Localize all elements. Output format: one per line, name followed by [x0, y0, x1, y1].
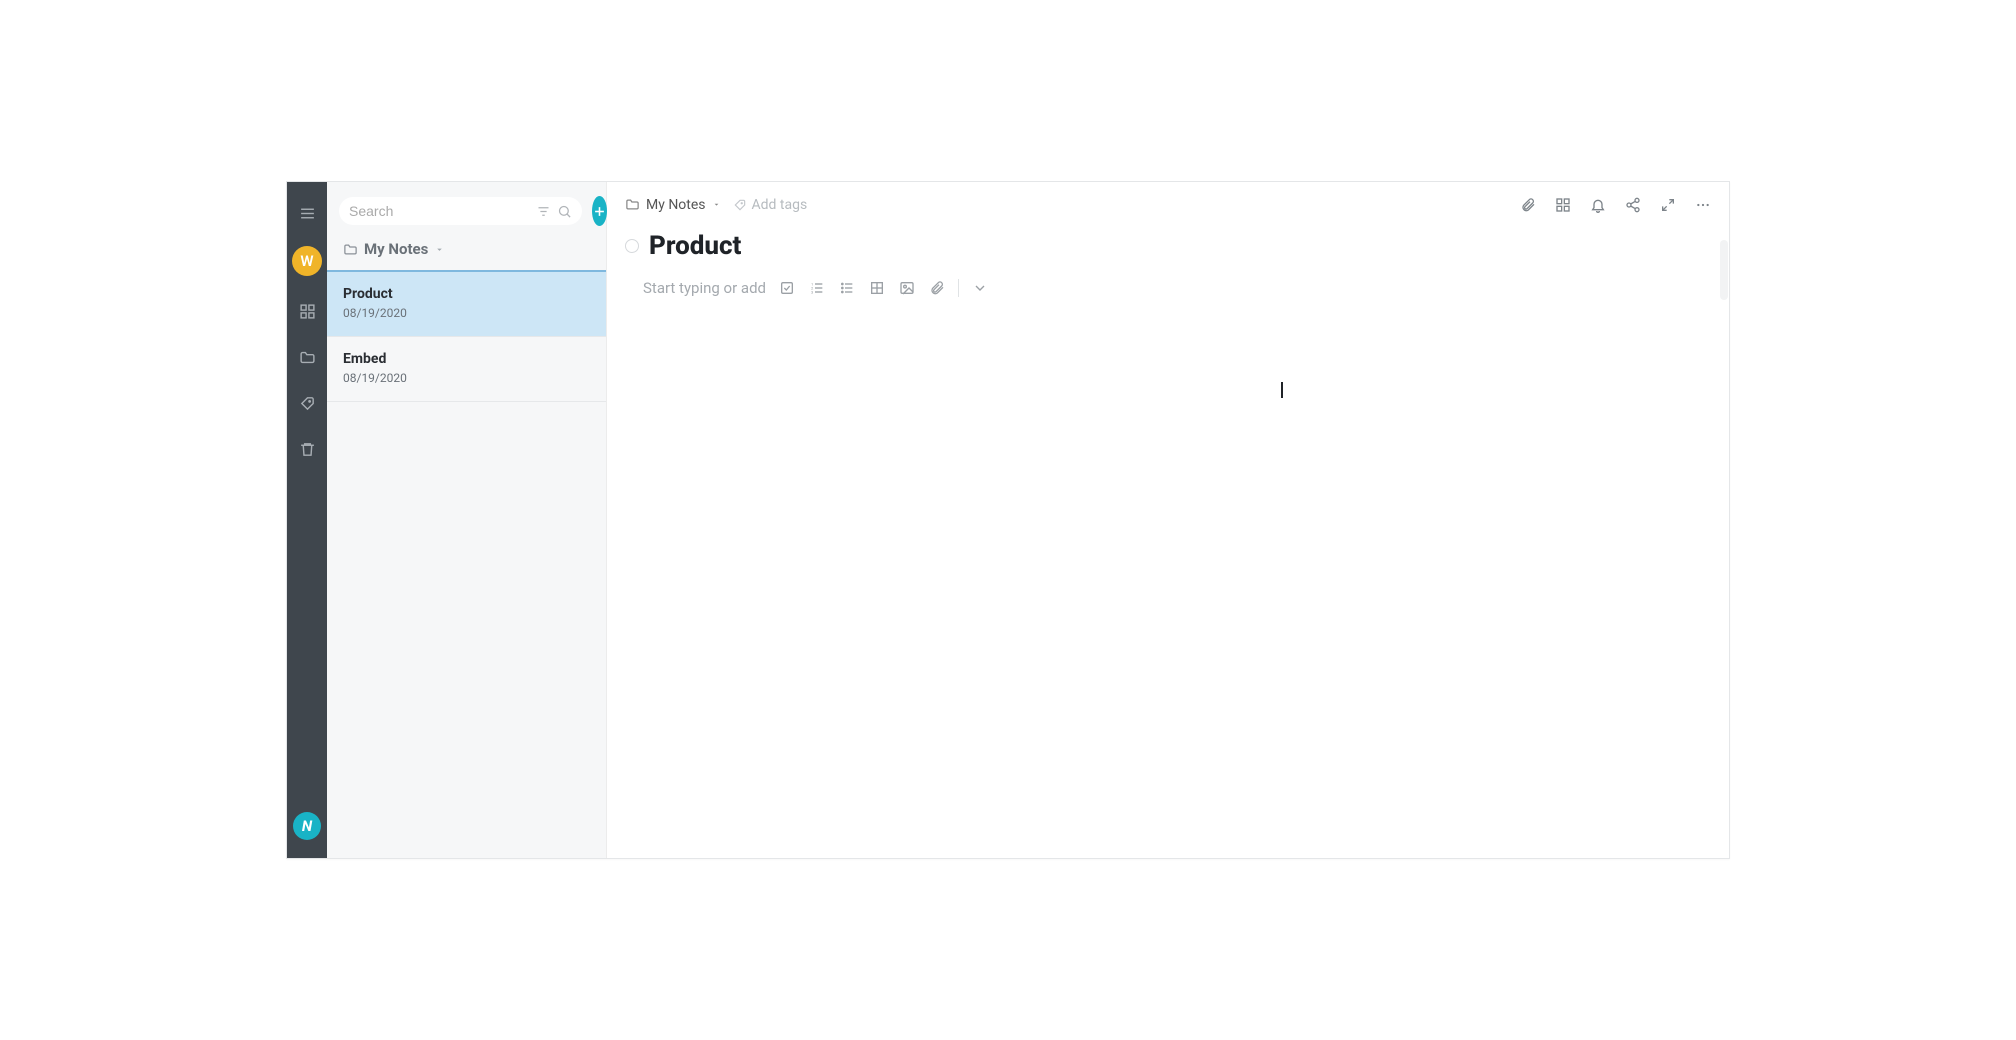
separator: [958, 279, 959, 297]
expand-icon: [1660, 197, 1676, 213]
chevron-down-icon: [434, 244, 445, 255]
insert-image-button[interactable]: [898, 279, 916, 297]
editor-toolbar: My Notes Add tags: [607, 182, 1729, 221]
insert-attachment-button[interactable]: [928, 279, 946, 297]
plus-icon: [592, 204, 607, 219]
list-item-date: 08/19/2020: [343, 306, 590, 320]
dots-icon: [1695, 197, 1711, 213]
insert-bullet-list-button[interactable]: [838, 279, 856, 297]
note-list-panel: My Notes Product 08/19/2020 Embed 08/19/…: [327, 182, 607, 858]
insert-table-button[interactable]: [868, 279, 886, 297]
logo-icon: N: [302, 817, 312, 835]
editor-placeholder-row: Start typing or add 123: [607, 271, 1729, 305]
paperclip-icon: [929, 280, 945, 296]
avatar-button[interactable]: W: [292, 246, 322, 276]
trash-icon: [299, 441, 316, 458]
app-logo-button[interactable]: N: [293, 812, 321, 840]
list-item-date: 08/19/2020: [343, 371, 590, 385]
search-input[interactable]: [349, 203, 530, 219]
filter-button[interactable]: [536, 204, 551, 219]
tag-icon: [733, 198, 747, 212]
list-header-label: My Notes: [364, 240, 428, 258]
editor-body[interactable]: [607, 305, 1729, 858]
insert-more-button[interactable]: [971, 279, 989, 297]
ordered-list-icon: 123: [809, 280, 825, 296]
insert-checkbox-button[interactable]: [778, 279, 796, 297]
breadcrumb-folder: My Notes: [646, 197, 706, 213]
list-item[interactable]: Embed 08/19/2020: [327, 337, 606, 402]
chevron-down-icon: [972, 280, 988, 296]
svg-text:3: 3: [811, 289, 813, 294]
trash-button[interactable]: [294, 436, 320, 462]
list-toolbar: [327, 182, 606, 238]
table-icon: [869, 280, 885, 296]
image-icon: [899, 280, 915, 296]
note-title[interactable]: Product: [649, 231, 741, 261]
grid-icon: [299, 303, 316, 320]
bell-icon: [1590, 197, 1606, 213]
text-cursor: [1281, 382, 1283, 398]
list-item-title: Product: [343, 286, 590, 302]
search-button[interactable]: [557, 204, 572, 219]
bullet-list-icon: [839, 280, 855, 296]
insert-ordered-list-button[interactable]: 123: [808, 279, 826, 297]
new-note-button[interactable]: [592, 196, 607, 226]
search-field-wrap[interactable]: [339, 197, 582, 225]
list-header[interactable]: My Notes: [327, 238, 606, 270]
list-item-title: Embed: [343, 351, 590, 367]
share-icon: [1625, 197, 1641, 213]
hamburger-icon: [299, 205, 316, 222]
task-toggle[interactable]: [625, 239, 639, 253]
more-button[interactable]: [1694, 196, 1711, 213]
add-tags-label: Add tags: [752, 197, 808, 213]
tag-icon: [299, 395, 316, 412]
top-actions: [1519, 196, 1711, 213]
paperclip-icon: [1520, 197, 1536, 213]
breadcrumb[interactable]: My Notes: [625, 197, 721, 213]
folder-icon: [299, 349, 316, 366]
attachments-button[interactable]: [1519, 196, 1536, 213]
chevron-down-icon: [712, 200, 721, 209]
checkbox-icon: [779, 280, 795, 296]
editor-placeholder: Start typing or add: [643, 279, 766, 297]
folder-icon: [625, 197, 640, 212]
folders-button[interactable]: [294, 344, 320, 370]
filter-icon: [536, 204, 551, 219]
list-item[interactable]: Product 08/19/2020: [327, 270, 606, 337]
editor-panel: My Notes Add tags: [607, 182, 1729, 858]
app-window: W N: [286, 181, 1730, 859]
menu-button[interactable]: [294, 200, 320, 226]
tags-button[interactable]: [294, 390, 320, 416]
share-button[interactable]: [1624, 196, 1641, 213]
grid-icon: [1555, 197, 1571, 213]
scrollbar-thumb[interactable]: [1720, 240, 1728, 300]
search-icon: [557, 204, 572, 219]
expand-button[interactable]: [1659, 196, 1676, 213]
add-tags-button[interactable]: Add tags: [733, 197, 808, 213]
avatar-letter: W: [300, 252, 313, 270]
dashboard-button[interactable]: [294, 298, 320, 324]
view-button[interactable]: [1554, 196, 1571, 213]
reminder-button[interactable]: [1589, 196, 1606, 213]
folder-icon: [343, 242, 358, 257]
icon-rail: W N: [287, 182, 327, 858]
title-row: Product: [607, 221, 1729, 271]
